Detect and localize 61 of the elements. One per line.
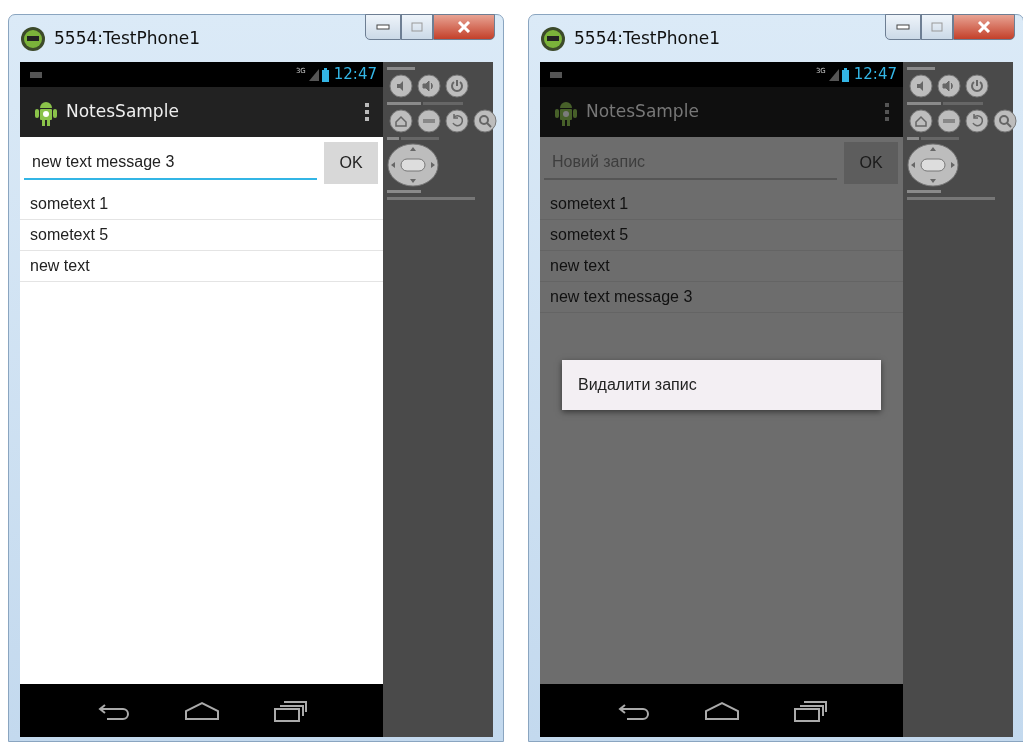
home-icon[interactable] xyxy=(389,109,413,133)
emulator-icon xyxy=(20,25,46,52)
menu-icon[interactable] xyxy=(417,109,441,133)
signal-icon xyxy=(308,68,319,81)
dpad-icon[interactable] xyxy=(387,143,439,187)
overflow-menu-icon[interactable] xyxy=(365,102,369,122)
recent-apps-icon[interactable] xyxy=(792,699,827,722)
minimize-button[interactable] xyxy=(365,14,401,40)
menu-icon[interactable] xyxy=(937,109,961,133)
note-list-item[interactable]: sometext 1 xyxy=(540,189,903,220)
power-icon[interactable] xyxy=(965,74,989,98)
maximize-icon xyxy=(931,22,943,32)
blurred-caption-drawing xyxy=(387,136,439,141)
maximize-button[interactable] xyxy=(921,14,953,40)
battery-icon xyxy=(321,67,329,82)
dpad-icon[interactable] xyxy=(907,143,959,187)
power-icon[interactable] xyxy=(445,74,469,98)
emulator-icon xyxy=(540,25,566,52)
back-icon[interactable] xyxy=(965,109,989,133)
note-list-item[interactable]: new text xyxy=(20,251,383,282)
app-title: NotesSample xyxy=(66,100,179,124)
close-icon xyxy=(977,21,991,33)
window-title: 5554:TestPhone1 xyxy=(574,26,720,50)
note-list-item[interactable]: sometext 5 xyxy=(540,220,903,251)
recent-apps-icon[interactable] xyxy=(272,699,307,722)
blurred-caption-drawing xyxy=(907,189,941,194)
home-icon[interactable] xyxy=(703,700,740,721)
home-icon[interactable] xyxy=(183,700,220,721)
volume-up-icon[interactable] xyxy=(937,74,961,98)
close-button[interactable] xyxy=(953,14,1015,40)
window-title: 5554:TestPhone1 xyxy=(54,26,200,50)
volume-down-icon[interactable] xyxy=(389,74,413,98)
maximize-icon xyxy=(411,22,423,32)
blurred-caption-drawing xyxy=(387,189,421,194)
ok-button[interactable]: OK xyxy=(324,142,378,184)
close-button[interactable] xyxy=(433,14,495,40)
blurred-caption-drawing xyxy=(387,66,415,71)
close-icon xyxy=(457,21,471,33)
note-list-item[interactable]: sometext 1 xyxy=(20,189,383,220)
back-icon[interactable] xyxy=(445,109,469,133)
volume-down-icon[interactable] xyxy=(909,74,933,98)
note-list-item[interactable]: new text xyxy=(540,251,903,282)
blurred-caption-drawing xyxy=(907,66,935,71)
battery-icon xyxy=(841,67,849,82)
status-time: 12:47 xyxy=(333,64,377,86)
status-time: 12:47 xyxy=(853,64,897,86)
app-title: NotesSample xyxy=(586,100,699,124)
note-list-item[interactable]: sometext 5 xyxy=(20,220,383,251)
minimize-icon xyxy=(896,24,910,30)
minimize-icon xyxy=(376,24,390,30)
home-icon[interactable] xyxy=(909,109,933,133)
search-icon[interactable] xyxy=(473,109,497,133)
search-icon[interactable] xyxy=(993,109,1017,133)
note-list-item[interactable]: new text message 3 xyxy=(540,282,903,313)
minimize-button[interactable] xyxy=(885,14,921,40)
maximize-button[interactable] xyxy=(401,14,433,40)
blurred-caption-drawing xyxy=(907,136,959,141)
context-menu-item[interactable]: Видалити запис xyxy=(562,360,881,410)
signal-icon xyxy=(828,68,839,81)
note-input-field[interactable]: new text message 3 xyxy=(24,146,317,180)
volume-up-icon[interactable] xyxy=(417,74,441,98)
